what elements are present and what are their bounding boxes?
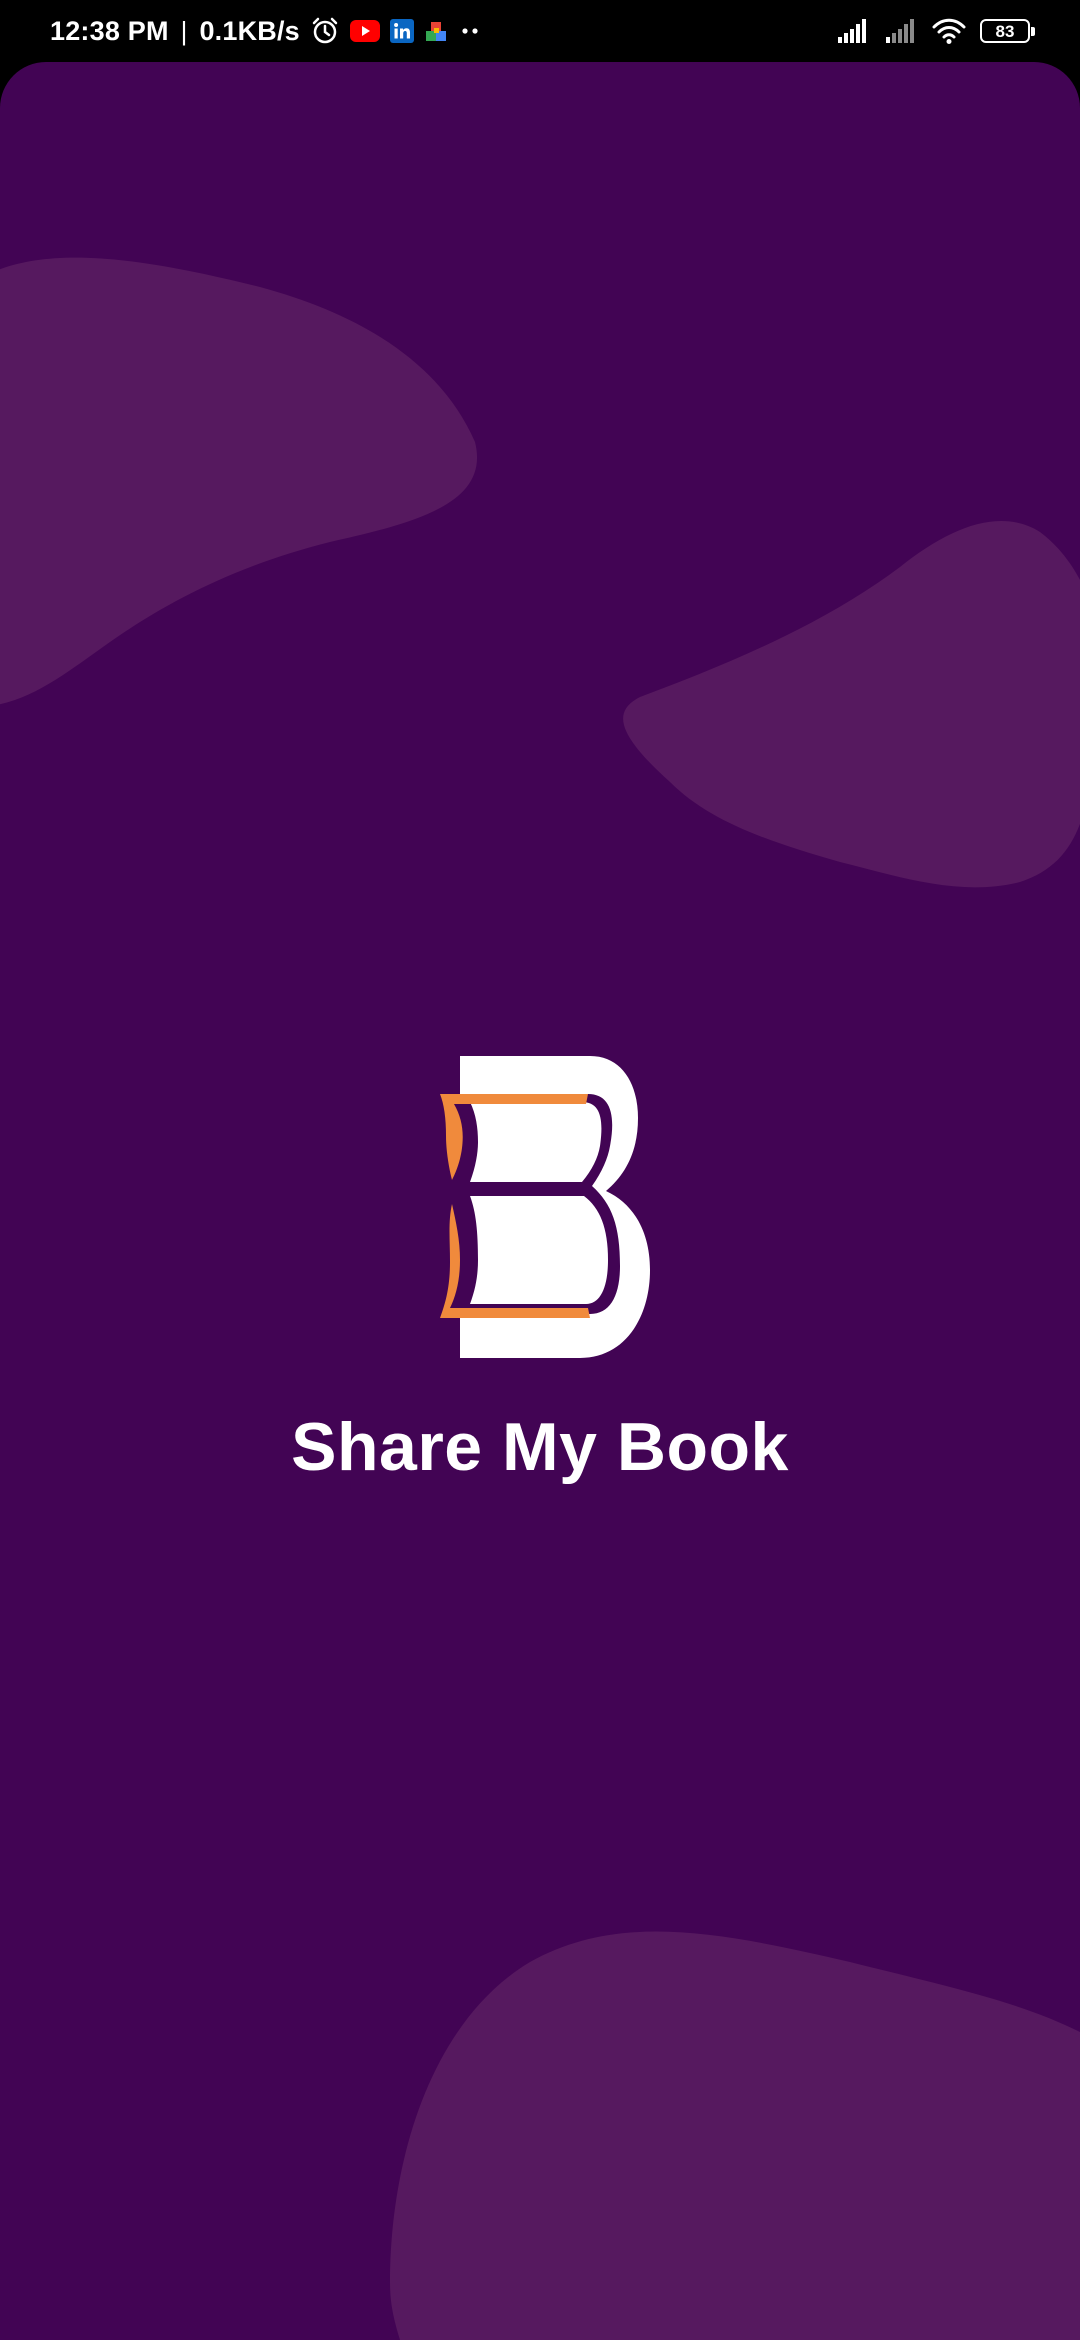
phone-screen: 12:38 PM | 0.1KB/s 83 Share My Book — [0, 0, 1080, 2340]
splash-screen: Share My Book — [0, 62, 1080, 2340]
youtube-icon — [349, 20, 380, 42]
linkedin-icon — [389, 19, 414, 43]
blob-bottom-right — [390, 1931, 1080, 2340]
blob-middle-right — [623, 520, 1080, 888]
blob-top-left — [0, 257, 477, 705]
book-b-logo-icon — [440, 1056, 650, 1358]
battery-icon: 83 — [980, 19, 1035, 43]
status-separator: | — [180, 15, 188, 46]
signal-icon — [884, 18, 918, 44]
app-name-title: Share My Book — [291, 1409, 789, 1485]
status-bar: 12:38 PM | 0.1KB/s 83 — [0, 0, 1080, 62]
status-time: 12:38 PM — [50, 15, 169, 46]
alarm-icon — [310, 16, 340, 46]
battery-level: 83 — [995, 21, 1015, 41]
wifi-icon — [932, 17, 966, 45]
status-bar-left: 12:38 PM | 0.1KB/s — [50, 0, 484, 62]
puzzle-app-icon — [424, 19, 448, 43]
more-dots-icon — [458, 26, 484, 36]
status-bar-right: 83 — [836, 0, 1035, 62]
signal-icon — [836, 18, 870, 44]
network-speed: 0.1KB/s — [199, 15, 300, 46]
